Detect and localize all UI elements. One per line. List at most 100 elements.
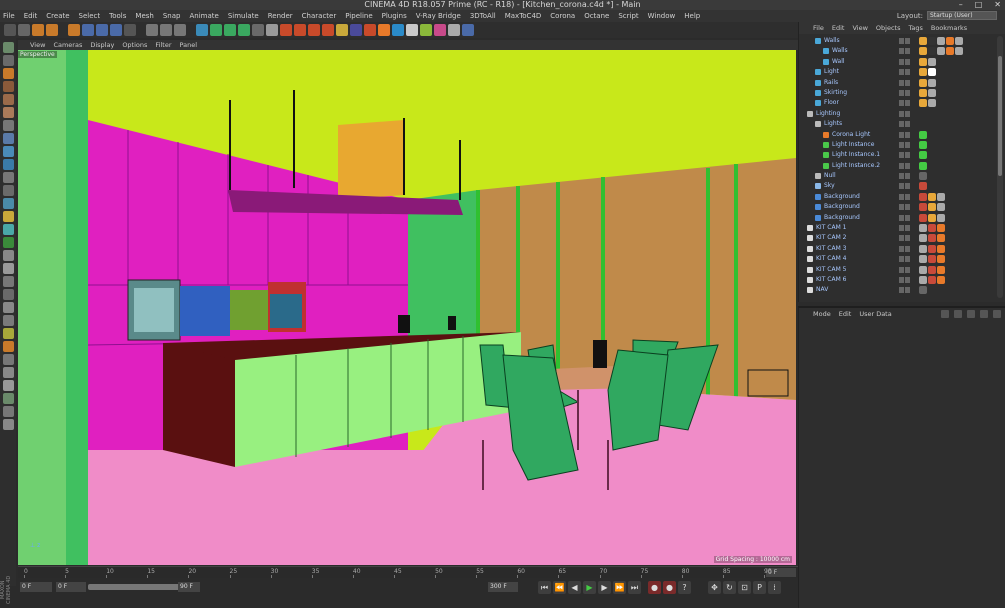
play-button[interactable]: ▶: [583, 581, 596, 594]
material-tag-icon[interactable]: [955, 47, 963, 56]
material-tag-icon[interactable]: [928, 203, 936, 212]
menu-snap[interactable]: Snap: [163, 12, 181, 20]
editor-visibility-dot[interactable]: [899, 131, 904, 138]
editor-visibility-dot[interactable]: [899, 89, 904, 96]
editor-visibility-dot[interactable]: [899, 162, 904, 169]
visibility-flags[interactable]: [899, 162, 910, 169]
material-tag-icon[interactable]: [928, 192, 936, 201]
material-tag-icon[interactable]: [937, 203, 945, 212]
start-frame-field[interactable]: 0 F: [20, 582, 52, 592]
material-tag-icon[interactable]: [937, 192, 945, 201]
editor-visibility-dot[interactable]: [899, 38, 904, 44]
object-list-scrollbar[interactable]: [997, 36, 1003, 298]
left-tool-icon[interactable]: [2, 94, 14, 105]
material-tag-icon[interactable]: [928, 234, 936, 243]
attribute-menu-edit[interactable]: Edit: [839, 310, 852, 318]
goto-end-button[interactable]: ⏭: [628, 581, 641, 594]
goto-start-button[interactable]: ⏮: [538, 581, 551, 594]
material-tag-icon[interactable]: [937, 244, 945, 253]
visibility-flags[interactable]: [899, 183, 910, 190]
material-tag-icon[interactable]: [919, 244, 927, 253]
material-tag-icon[interactable]: [928, 37, 936, 45]
editor-visibility-dot[interactable]: [899, 58, 904, 65]
object-row[interactable]: Corona Light: [799, 130, 994, 140]
visibility-flags[interactable]: [899, 58, 910, 65]
visibility-flags[interactable]: [899, 89, 910, 96]
editor-visibility-dot[interactable]: [899, 79, 904, 86]
toolbar-tool-icon[interactable]: [32, 24, 44, 36]
viewport-menu-view[interactable]: View: [30, 41, 45, 49]
menu-help[interactable]: Help: [684, 12, 700, 20]
object-menu-file[interactable]: File: [813, 24, 824, 32]
toolbar-tool-icon[interactable]: [364, 24, 376, 36]
visibility-flags[interactable]: [899, 214, 910, 221]
visibility-flags[interactable]: [899, 79, 910, 86]
object-row[interactable]: Skirting: [799, 88, 994, 98]
material-tag-icon[interactable]: [919, 161, 927, 170]
render-visibility-dot[interactable]: [905, 48, 910, 55]
visibility-flags[interactable]: [899, 276, 910, 283]
material-tag-icon[interactable]: [919, 255, 927, 264]
viewport-menu-display[interactable]: Display: [90, 41, 114, 49]
left-tool-icon[interactable]: [2, 315, 14, 326]
object-row[interactable]: Light: [799, 67, 994, 77]
render-visibility-dot[interactable]: [905, 89, 910, 96]
object-menu-bookmarks[interactable]: Bookmarks: [931, 24, 967, 32]
up-arrow-icon[interactable]: [954, 310, 962, 318]
editor-visibility-dot[interactable]: [899, 276, 904, 283]
left-tool-icon[interactable]: [2, 367, 14, 378]
editor-visibility-dot[interactable]: [899, 141, 904, 148]
toolbar-tool-icon[interactable]: [174, 24, 186, 36]
viewport-menu-options[interactable]: Options: [122, 41, 147, 49]
menu-file[interactable]: File: [3, 12, 15, 20]
object-menu-view[interactable]: View: [852, 24, 867, 32]
material-tag-icon[interactable]: [919, 57, 927, 66]
toolbar-tool-icon[interactable]: [46, 24, 58, 36]
object-menu-edit[interactable]: Edit: [832, 24, 845, 32]
layout-dropdown[interactable]: Startup (User): [927, 11, 997, 20]
visibility-flags[interactable]: [899, 141, 910, 148]
toolbar-tool-icon[interactable]: [210, 24, 222, 36]
material-tag-icon[interactable]: [919, 234, 927, 243]
menu-pipeline[interactable]: Pipeline: [345, 12, 372, 20]
render-visibility-dot[interactable]: [905, 245, 910, 252]
render-visibility-dot[interactable]: [905, 287, 910, 294]
render-visibility-dot[interactable]: [905, 204, 910, 211]
material-tag-icon[interactable]: [937, 275, 945, 284]
toolbar-tool-icon[interactable]: [160, 24, 172, 36]
viewport-menu-panel[interactable]: Panel: [180, 41, 198, 49]
maximize-button[interactable]: □: [975, 0, 983, 10]
scale-key-icon[interactable]: ⊡: [738, 581, 751, 594]
editor-visibility-dot[interactable]: [899, 287, 904, 294]
material-tag-icon[interactable]: [928, 213, 936, 222]
object-row[interactable]: Light Instance: [799, 140, 994, 150]
left-tool-icon[interactable]: [2, 107, 14, 118]
left-tool-icon[interactable]: [2, 120, 14, 131]
material-tag-icon[interactable]: [919, 192, 927, 201]
left-tool-icon[interactable]: [2, 211, 14, 222]
object-row[interactable]: Background: [799, 202, 994, 212]
material-tag-icon[interactable]: [919, 182, 927, 191]
menu-maxtoc4d[interactable]: MaxToC4D: [505, 12, 542, 20]
editor-visibility-dot[interactable]: [899, 193, 904, 200]
editor-visibility-dot[interactable]: [899, 69, 904, 76]
visibility-flags[interactable]: [899, 245, 910, 252]
render-visibility-dot[interactable]: [905, 214, 910, 221]
render-visibility-dot[interactable]: [905, 276, 910, 283]
object-row[interactable]: Light Instance.2: [799, 161, 994, 171]
material-tag-icon[interactable]: [919, 224, 927, 233]
material-tag-icon[interactable]: [919, 68, 927, 77]
material-tag-icon[interactable]: [937, 234, 945, 243]
material-tag-icon[interactable]: [928, 88, 936, 97]
menu-octane[interactable]: Octane: [584, 12, 609, 20]
menu-3dtoall[interactable]: 3DToAll: [470, 12, 496, 20]
material-tag-icon[interactable]: [919, 130, 927, 139]
next-frame-button[interactable]: ▶: [598, 581, 611, 594]
object-row[interactable]: KIT CAM 2: [799, 233, 994, 243]
left-tool-icon[interactable]: [2, 146, 14, 157]
material-tag-icon[interactable]: [928, 255, 936, 264]
left-tool-icon[interactable]: [2, 172, 14, 183]
visibility-flags[interactable]: [899, 69, 910, 76]
next-keyframe-button[interactable]: ⏩: [613, 581, 626, 594]
menu-window[interactable]: Window: [648, 12, 676, 20]
